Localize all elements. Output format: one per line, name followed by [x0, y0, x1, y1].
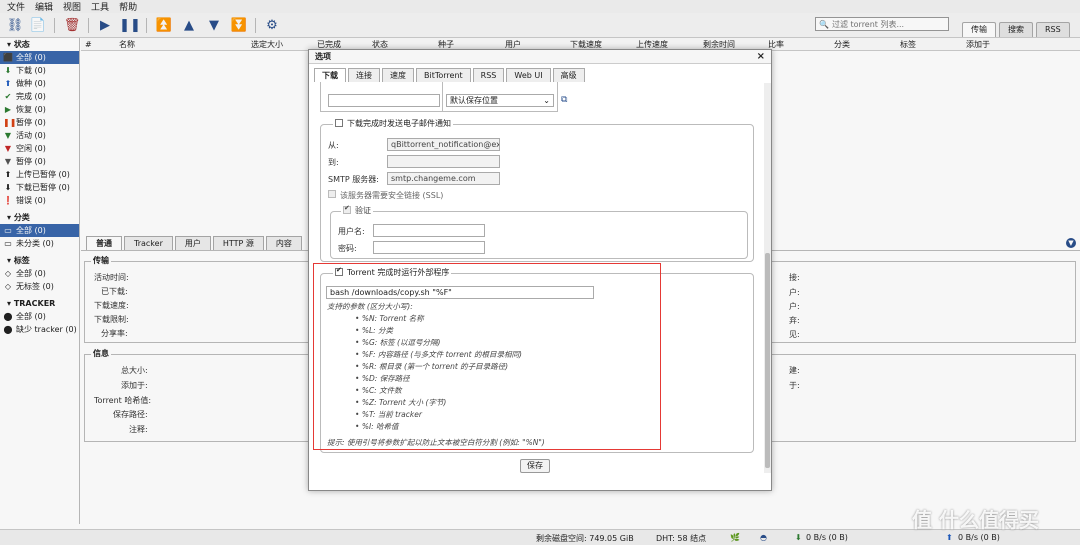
tab-speed[interactable]: 速度	[382, 68, 414, 82]
ssl-checkbox[interactable]	[328, 190, 336, 198]
dialog-scrollbar[interactable]	[764, 83, 771, 473]
smtp-label: SMTP 服务器:	[328, 175, 379, 184]
save-location-select[interactable]: 默认保存位置 ⌄	[446, 94, 554, 107]
highlight-annotation-box	[313, 263, 661, 450]
chevron-down-icon: ⌄	[543, 96, 550, 105]
smtp-input[interactable]: smtp.changeme.com	[387, 172, 500, 185]
tab-downloads[interactable]: 下载	[314, 68, 346, 82]
ssl-label: 该服务器需要安全链接 (SSL)	[340, 191, 444, 200]
table-divider	[442, 82, 443, 112]
tab-advanced[interactable]: 高级	[552, 68, 585, 82]
tab-bittorrent[interactable]: BitTorrent	[416, 68, 471, 82]
watermark: 值 什么值得买	[912, 508, 1039, 532]
save-button[interactable]: 保存	[520, 459, 550, 473]
auth-checkbox[interactable]	[343, 204, 351, 214]
to-label: 到:	[328, 158, 339, 167]
add-row-icon[interactable]: ⧉	[561, 95, 567, 105]
from-label: 从:	[328, 141, 339, 150]
close-icon[interactable]: ×	[757, 50, 765, 64]
email-legend: 下载完成时发送电子邮件通知	[333, 118, 453, 129]
options-tabs: 下载 连接 速度 BitTorrent RSS Web UI 高级	[314, 68, 587, 82]
username-label: 用户名:	[338, 227, 365, 236]
password-input[interactable]	[373, 241, 485, 254]
to-input[interactable]	[387, 155, 500, 168]
username-input[interactable]	[373, 224, 485, 237]
auth-legend: 验证	[341, 204, 373, 216]
dialog-title[interactable]: 选项 ×	[309, 50, 771, 64]
from-input[interactable]: qBittorrent_notification@exa	[387, 138, 500, 151]
tab-rss[interactable]: RSS	[472, 68, 505, 82]
email-checkbox[interactable]	[335, 119, 343, 127]
tab-connection[interactable]: 连接	[348, 68, 380, 82]
tab-webui[interactable]: Web UI	[506, 68, 551, 82]
watched-folder-input[interactable]	[328, 94, 440, 107]
scrollbar-thumb[interactable]	[765, 253, 770, 468]
password-label: 密码:	[338, 244, 357, 253]
